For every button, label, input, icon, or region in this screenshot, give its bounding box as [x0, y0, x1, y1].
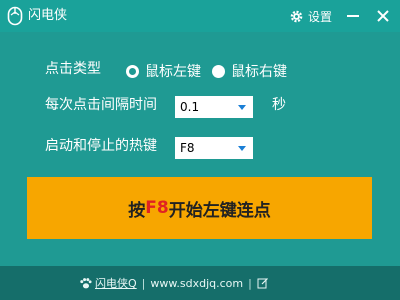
- interval-label: 每次点击间隔时间: [45, 97, 157, 113]
- interval-value: 0.1: [180, 100, 200, 114]
- footer-divider: |: [141, 276, 146, 290]
- radio-right-label[interactable]: 鼠标右键: [231, 61, 287, 81]
- interval-unit: 秒: [272, 97, 286, 113]
- interval-select[interactable]: 0.1: [175, 96, 253, 118]
- paw-icon: [80, 277, 92, 288]
- hotkey-select[interactable]: F8: [175, 137, 253, 159]
- gear-icon: [290, 10, 303, 22]
- brand-label[interactable]: 闪电侠Q: [95, 275, 137, 291]
- brand-link[interactable]: 闪电侠Q: [79, 275, 137, 291]
- start-button-suffix: 开始左键连点: [168, 200, 271, 221]
- footer-bar: 闪电侠Q | www.sdxdjq.com |: [0, 266, 400, 300]
- window-title: 闪电侠: [28, 8, 68, 23]
- chevron-down-icon[interactable]: [238, 105, 246, 110]
- radio-right-button[interactable]: 鼠标右键: [212, 61, 287, 81]
- close-icon[interactable]: [374, 7, 392, 25]
- click-type-label: 点击类型: [45, 61, 101, 77]
- start-button-hotkey: F8: [145, 198, 169, 218]
- title-bar[interactable]: 闪电侠 设置: [0, 0, 400, 32]
- click-type-radio-group: 鼠标左键 鼠标右键: [126, 61, 298, 81]
- footer-divider: |: [248, 276, 252, 290]
- radio-left-button[interactable]: 鼠标左键: [126, 61, 201, 81]
- radio-left-label[interactable]: 鼠标左键: [145, 61, 201, 81]
- website-link[interactable]: www.sdxdjq.com: [150, 277, 243, 290]
- radio-left-indicator[interactable]: [126, 64, 139, 78]
- hotkey-value: F8: [180, 141, 195, 155]
- mouse-app-icon: [7, 6, 23, 26]
- settings-button[interactable]: 设置: [289, 7, 332, 25]
- settings-label: 设置: [308, 9, 333, 24]
- minimize-icon[interactable]: [344, 7, 362, 25]
- edit-icon[interactable]: [257, 277, 269, 289]
- hotkey-label: 启动和停止的热键: [45, 138, 157, 154]
- app-window: 闪电侠 设置 点击类型 鼠标左键 鼠标右键 每次点击间隔时间 0.1 秒 启动和…: [0, 0, 400, 300]
- chevron-down-icon[interactable]: [238, 146, 246, 151]
- start-button-prefix: 按: [128, 200, 146, 221]
- radio-right-indicator[interactable]: [212, 64, 225, 78]
- start-clicking-button[interactable]: 按 F8 开始左键连点: [27, 177, 372, 239]
